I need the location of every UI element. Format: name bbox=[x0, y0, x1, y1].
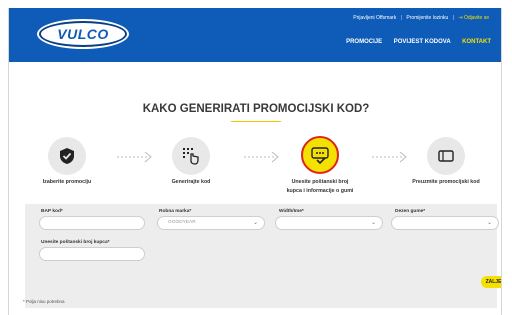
step-1-text: Izaberite promociju bbox=[42, 179, 92, 185]
step-arrow-icon bbox=[117, 151, 152, 163]
separator: | bbox=[400, 15, 402, 21]
logo-text: VULCO bbox=[57, 26, 109, 42]
postal-code-input[interactable] bbox=[39, 247, 145, 261]
site-header: VULCO Prijavljeni Offsmark | Promijenite… bbox=[9, 8, 501, 62]
logout-link[interactable]: Odjavite se bbox=[464, 15, 489, 21]
bap-input[interactable] bbox=[39, 216, 145, 230]
logged-in-link[interactable]: Prijavljeni Offsmark bbox=[353, 15, 396, 21]
step-label-3: Unesite poštanski broj kupca i informaci… bbox=[275, 178, 365, 196]
tread-select[interactable]: ⌄ bbox=[391, 216, 499, 230]
ticket-icon bbox=[427, 137, 465, 175]
nav-code-history[interactable]: POVIJEST KODOVA bbox=[394, 39, 451, 45]
separator: | bbox=[452, 15, 454, 21]
account-links: Prijavljeni Offsmark | Promijenite lozin… bbox=[353, 15, 489, 21]
keypad-tap-icon bbox=[172, 137, 210, 175]
vulco-logo[interactable]: VULCO bbox=[39, 21, 127, 47]
chat-check-icon bbox=[301, 136, 339, 174]
nav-promotions[interactable]: PROMOCIJE bbox=[346, 39, 382, 45]
tread-label: Dezen gume* bbox=[395, 209, 426, 214]
chevron-down-icon: ⌄ bbox=[370, 220, 376, 226]
step-label-2: Generirajte kod bbox=[146, 178, 236, 187]
postal-label: Unesite poštanski broj kupca* bbox=[41, 240, 110, 245]
width-label: Width/Ime* bbox=[279, 209, 304, 214]
step-label-1: Izaberite promociju bbox=[22, 178, 112, 187]
step-4-text: Preuzmite promocijski kod bbox=[412, 179, 480, 185]
bap-label: BAP kod* bbox=[41, 209, 63, 214]
width-select[interactable]: ⌄ bbox=[275, 216, 383, 230]
step-3-text-line2: kupca i informacije o gumi bbox=[286, 188, 354, 194]
change-password-link[interactable]: Promijenite lozinku bbox=[406, 15, 448, 21]
submit-button[interactable]: ZALJE bbox=[481, 276, 501, 288]
brand-select[interactable]: GOODYEAR ⌄ bbox=[157, 216, 265, 230]
nav-contact[interactable]: KONTAKT bbox=[462, 39, 491, 45]
chevron-down-icon: ⌄ bbox=[252, 220, 258, 226]
page-frame: VULCO Prijavljeni Offsmark | Promijenite… bbox=[8, 8, 502, 315]
chevron-down-icon: ⌄ bbox=[486, 220, 492, 226]
title-underline bbox=[231, 121, 281, 122]
brand-label: Robna marka* bbox=[159, 209, 192, 214]
logout-icon[interactable]: ⇥ bbox=[458, 15, 462, 21]
main-nav: PROMOCIJE POVIJEST KODOVA KONTAKT bbox=[336, 39, 491, 45]
required-fields-note: * Polja nisu potrebna bbox=[23, 299, 65, 304]
brand-select-value: GOODYEAR bbox=[168, 220, 196, 225]
step-arrow-icon bbox=[244, 151, 279, 163]
page-title: KAKO GENERIRATI PROMOCIJSKI KOD? bbox=[142, 103, 370, 115]
step-label-4: Preuzmite promocijski kod bbox=[401, 178, 491, 187]
step-2-text: Generirajte kod bbox=[171, 179, 211, 185]
shield-check-icon bbox=[48, 137, 86, 175]
step-arrow-icon bbox=[372, 151, 407, 163]
step-3-text-line1: Unesite poštanski broj bbox=[291, 179, 349, 185]
